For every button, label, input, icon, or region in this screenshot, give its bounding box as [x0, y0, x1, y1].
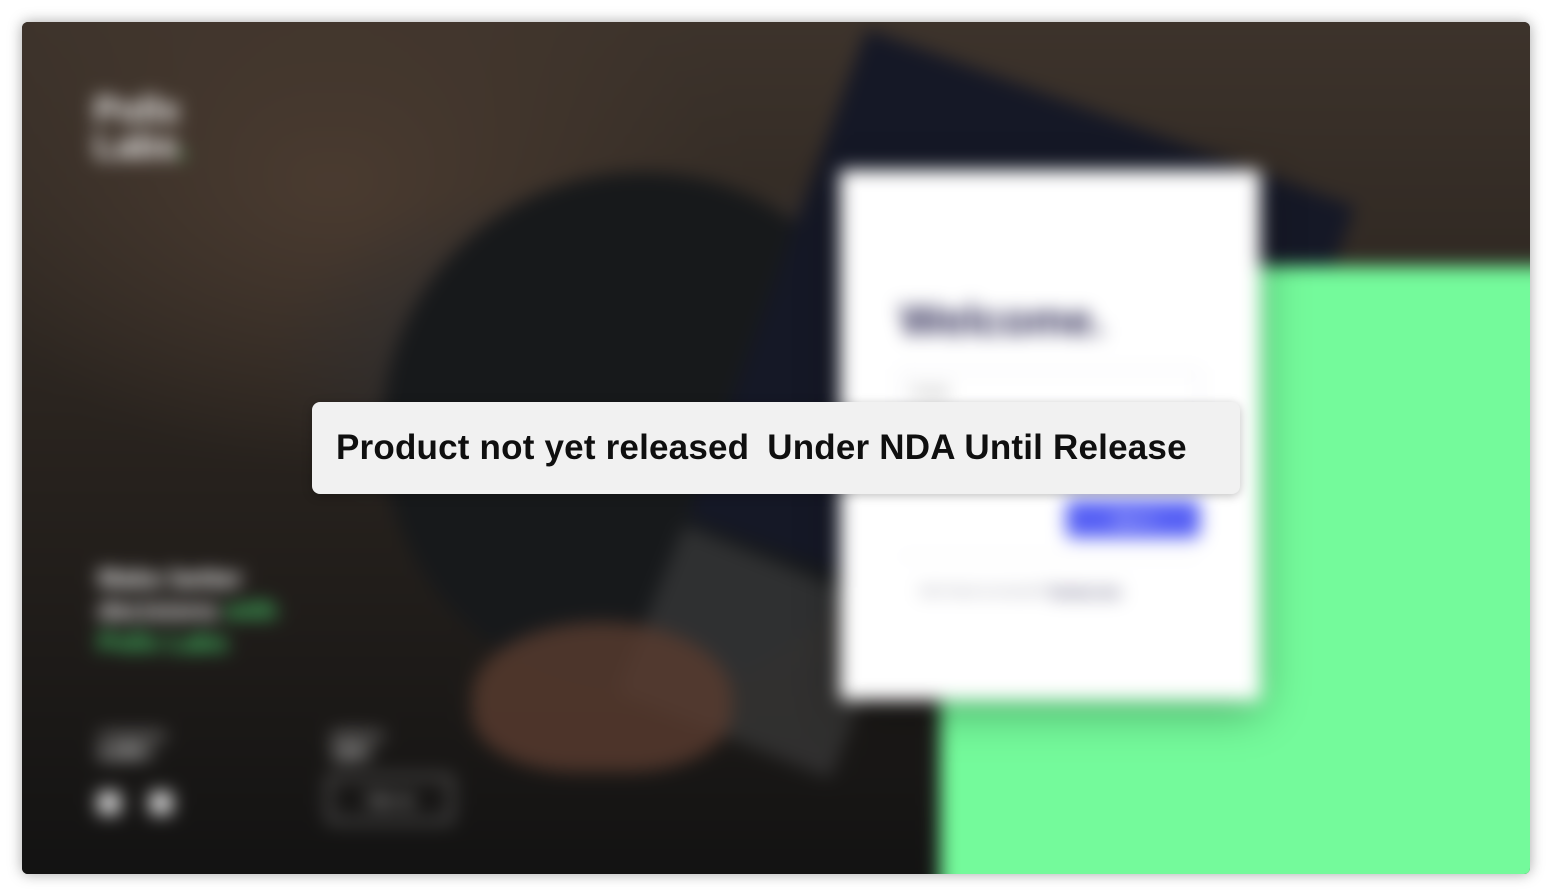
stat-partners-value: 120+ — [332, 743, 373, 763]
social-icon[interactable] — [98, 792, 120, 814]
nda-notice-unreleased: Product not yet released — [336, 428, 750, 467]
stat-companies-value: 4,000+ — [98, 743, 154, 763]
tagline-suffix: Pollx Labs — [98, 627, 229, 657]
social-icon[interactable] — [150, 792, 172, 814]
sign-in-button[interactable]: Sign in — [1066, 500, 1200, 538]
social-links — [98, 792, 172, 814]
tagline-accent: with — [225, 595, 278, 625]
tagline-prefix: Make better decisions — [98, 563, 243, 625]
card-divider — [900, 556, 1200, 557]
signup-outline-button[interactable]: Sign up — [328, 776, 452, 822]
logo-dot: . — [178, 125, 189, 166]
stat-partners: partners 120+ — [332, 726, 383, 762]
register-prompt-text: Don't have an account? — [920, 584, 1046, 598]
stat-partners-label: partners — [332, 727, 384, 743]
register-prompt: Don't have an account? Register here — [920, 584, 1121, 598]
register-link[interactable]: Register here — [1049, 584, 1121, 598]
nda-notice-banner: Product not yet released Under NDA Until… — [312, 402, 1240, 494]
stat-companies: companies 4,000+ — [98, 726, 166, 762]
stat-companies-label: companies — [98, 727, 166, 743]
background-hand — [472, 622, 732, 772]
brand-logo[interactable]: Pollx Labs. — [94, 92, 214, 164]
login-title: Welcome. — [900, 296, 1105, 345]
nda-notice-under-nda: Under NDA Until Release — [767, 428, 1187, 467]
hero-tagline: Make better decisions with Pollx Labs — [98, 562, 318, 658]
logo-text: Pollx Labs — [94, 89, 181, 166]
